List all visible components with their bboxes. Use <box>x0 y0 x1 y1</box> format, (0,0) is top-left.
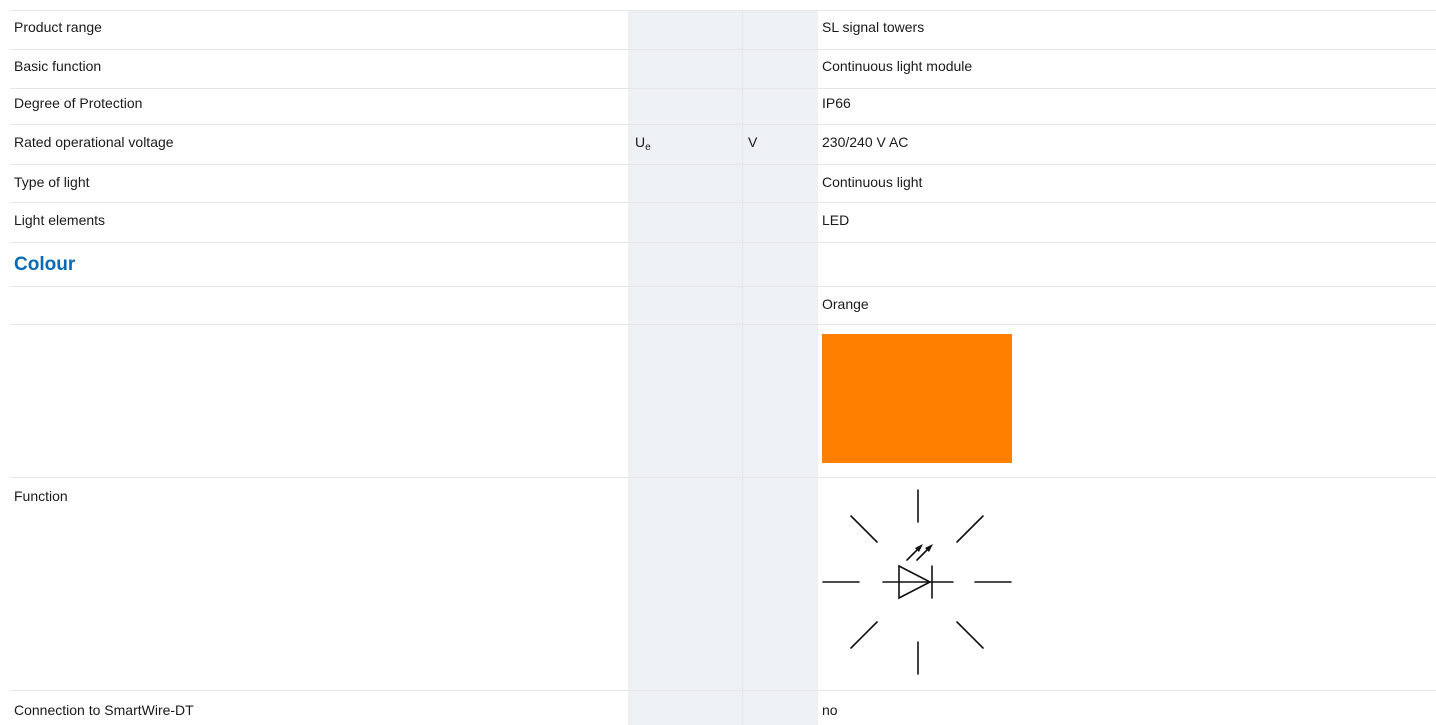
row-label: Basic function <box>14 58 102 74</box>
row-label: Connection to SmartWire-DT <box>14 702 194 718</box>
symbol-ue: Ue <box>635 134 651 153</box>
table-row-function: Function <box>10 478 1436 691</box>
row-value: no <box>822 702 838 718</box>
table-row-light-elements: Light elements LED <box>10 203 1436 243</box>
table-row-colour-name: Orange <box>10 287 1436 325</box>
flashing-led-symbol-icon <box>822 489 1012 675</box>
row-value: 230/240 V AC <box>822 134 909 150</box>
table-row-type-of-light: Type of light Continuous light <box>10 165 1436 203</box>
section-header-row-colour: Colour <box>10 243 1436 287</box>
colour-swatch <box>822 334 1012 463</box>
row-value: Continuous light module <box>822 58 973 74</box>
row-value: IP66 <box>822 95 851 111</box>
row-value: SL signal towers <box>822 19 925 35</box>
row-label: Degree of Protection <box>14 95 143 111</box>
section-title-clipped <box>0 0 1436 10</box>
table-row-basic-function: Basic function Continuous light module <box>10 50 1436 89</box>
row-value: Continuous light <box>822 174 923 190</box>
unit: V <box>748 134 758 150</box>
table-row-degree-of-protection: Degree of Protection IP66 <box>10 89 1436 125</box>
row-label: Rated operational voltage <box>14 134 174 150</box>
row-label: Light elements <box>14 212 106 228</box>
table-row-smartwire: Connection to SmartWire-DT no <box>10 691 1436 725</box>
table-row-rated-operational-voltage: Rated operational voltage Ue V 230/240 V… <box>10 125 1436 165</box>
table-row-colour-swatch <box>10 325 1436 478</box>
row-label: Type of light <box>14 174 90 190</box>
table-row-product-range: Product range SL signal towers <box>10 11 1436 50</box>
row-label: Function <box>14 488 68 504</box>
colour-value: Orange <box>822 296 869 312</box>
row-label: Product range <box>14 19 102 35</box>
section-heading: Colour <box>14 254 76 275</box>
row-value: LED <box>822 212 850 228</box>
